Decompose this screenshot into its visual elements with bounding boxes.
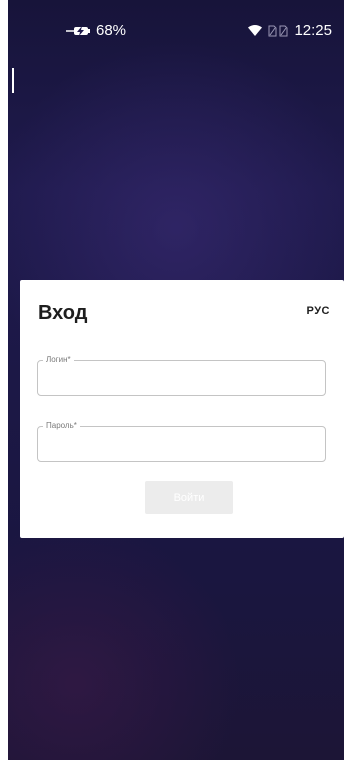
page-title: Вход [38,302,88,324]
sim-icon [279,25,288,37]
status-left: 68% [66,22,126,39]
status-bar: 68% 12:25 [8,0,344,56]
language-switch[interactable]: РУС [307,305,330,317]
sim-icons [268,25,288,37]
status-right: 12:25 [248,22,332,39]
password-field-label: Пароль* [43,420,80,432]
password-input[interactable] [38,427,325,461]
battery-charging-icon [66,25,92,37]
battery-percent: 68% [96,22,127,39]
text-cursor [12,68,14,93]
login-input[interactable] [38,361,325,395]
login-field-label: Логин* [43,354,74,366]
login-card: Вход РУС Логин* Пароль* Войти [20,280,344,538]
login-field[interactable]: Логин* [37,354,326,396]
app-screen: 68% 12:25 Вход РУС Логин* Пароль* Войти [8,0,344,760]
clock: 12:25 [294,22,332,39]
login-button[interactable]: Войти [145,481,233,514]
wifi-icon [248,25,263,36]
password-field[interactable]: Пароль* [37,420,326,462]
sim-icon [268,25,277,37]
